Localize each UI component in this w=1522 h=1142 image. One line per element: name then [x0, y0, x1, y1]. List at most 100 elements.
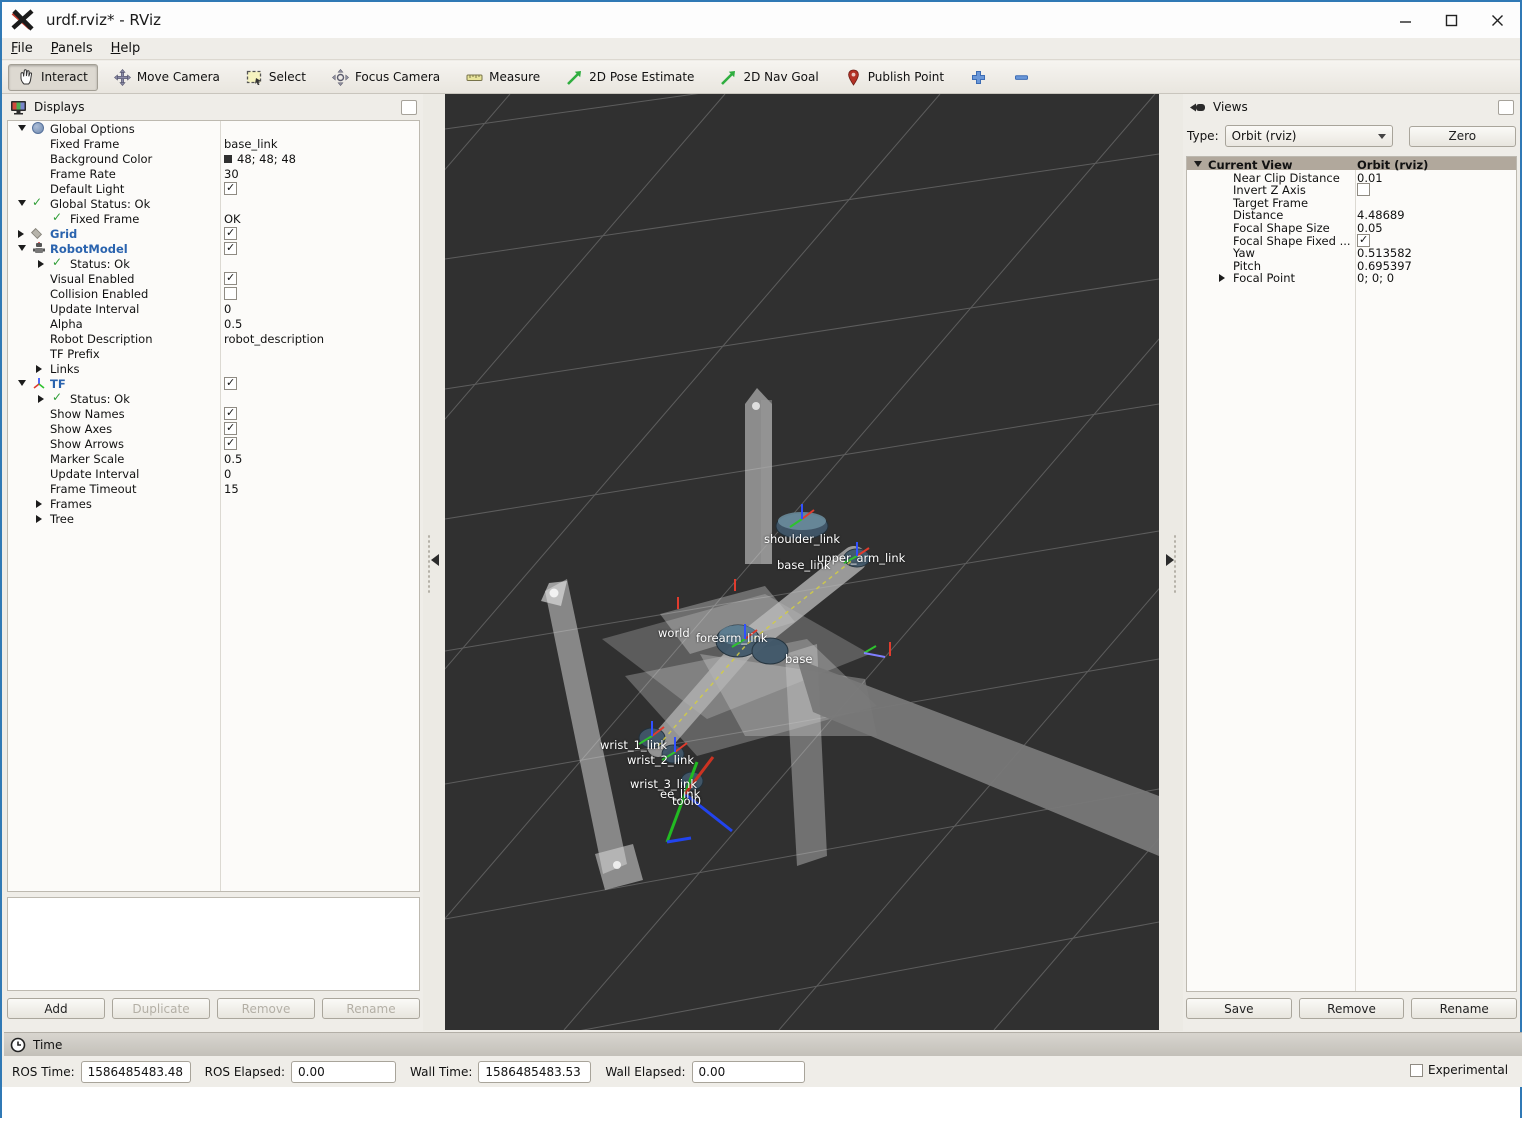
tree-row-pitch[interactable]: Pitch0.695397: [1187, 258, 1516, 271]
tree-row-show-names[interactable]: Show Names: [8, 406, 419, 421]
expander-icon[interactable]: [36, 500, 42, 508]
property-value[interactable]: 0.5: [224, 317, 242, 331]
tree-row-near-clip-distance[interactable]: Near Clip Distance0.01: [1187, 170, 1516, 183]
tree-row-frame-rate[interactable]: Frame Rate30: [8, 166, 419, 181]
tree-row-show-arrows[interactable]: Show Arrows: [8, 436, 419, 451]
tool-2d-pose-estimate[interactable]: 2D Pose Estimate: [556, 64, 704, 91]
tool-remove-tool-minus[interactable]: [1003, 64, 1040, 91]
property-value[interactable]: 48; 48; 48: [237, 152, 296, 166]
expander-icon[interactable]: [18, 125, 26, 131]
tree-row-distance[interactable]: Distance4.48689: [1187, 207, 1516, 220]
rename-button[interactable]: Rename: [1411, 998, 1517, 1019]
minimize-icon[interactable]: [1382, 2, 1428, 38]
view-type-dropdown[interactable]: Orbit (rviz): [1225, 125, 1393, 147]
panel-float-button[interactable]: [401, 100, 417, 115]
property-checkbox[interactable]: [224, 437, 237, 450]
property-checkbox[interactable]: [224, 407, 237, 420]
maximize-icon[interactable]: [1428, 2, 1474, 38]
remove-button[interactable]: Remove: [1299, 998, 1405, 1019]
collapse-left-button[interactable]: [431, 554, 439, 566]
property-checkbox[interactable]: [224, 227, 237, 240]
tool-select[interactable]: Select: [236, 64, 316, 91]
tree-row-tree[interactable]: Tree: [8, 511, 419, 526]
tree-row-links[interactable]: Links: [8, 361, 419, 376]
property-value[interactable]: 0: [224, 467, 231, 481]
tree-row-collision-enabled[interactable]: Collision Enabled: [8, 286, 419, 301]
property-value[interactable]: base_link: [224, 137, 278, 151]
menu-panels[interactable]: Panels: [42, 39, 102, 58]
property-value[interactable]: 30: [224, 167, 239, 181]
tree-row-visual-enabled[interactable]: Visual Enabled: [8, 271, 419, 286]
experimental-checkbox[interactable]: [1410, 1064, 1423, 1077]
experimental-toggle[interactable]: Experimental: [1410, 1063, 1508, 1077]
tree-row-update-interval[interactable]: Update Interval0: [8, 301, 419, 316]
tree-row-fixed-frame[interactable]: Fixed Framebase_link: [8, 136, 419, 151]
tree-row-status-ok[interactable]: ✓Status: Ok: [8, 256, 419, 271]
property-value[interactable]: 15: [224, 482, 239, 496]
tool-2d-nav-goal[interactable]: 2D Nav Goal: [710, 64, 828, 91]
tree-row-target-frame[interactable]: Target Frame: [1187, 195, 1516, 208]
tree-row-focal-shape-fixed[interactable]: Focal Shape Fixed ...: [1187, 233, 1516, 246]
tree-row-focal-shape-size[interactable]: Focal Shape Size0.05: [1187, 220, 1516, 233]
tree-row-fixed-frame[interactable]: ✓Fixed FrameOK: [8, 211, 419, 226]
property-value[interactable]: robot_description: [224, 332, 324, 346]
save-button[interactable]: Save: [1186, 998, 1292, 1019]
expander-icon[interactable]: [38, 395, 44, 403]
tool-interact[interactable]: Interact: [8, 64, 98, 91]
expander-icon[interactable]: [38, 260, 44, 268]
tree-row-background-color[interactable]: Background Color48; 48; 48: [8, 151, 419, 166]
left-splitter[interactable]: [423, 94, 445, 1031]
collapse-right-button[interactable]: [1166, 554, 1174, 566]
property-checkbox[interactable]: [224, 377, 237, 390]
tree-row-tf[interactable]: TF: [8, 376, 419, 391]
expander-icon[interactable]: [18, 200, 26, 206]
property-value[interactable]: 0: [224, 302, 231, 316]
expander-icon[interactable]: [1219, 274, 1225, 282]
panel-float-button[interactable]: [1498, 100, 1514, 115]
tree-row-global-status-ok[interactable]: ✓Global Status: Ok: [8, 196, 419, 211]
tree-row-frame-timeout[interactable]: Frame Timeout15: [8, 481, 419, 496]
tree-row-default-light[interactable]: Default Light: [8, 181, 419, 196]
expander-icon[interactable]: [1194, 161, 1202, 167]
ros-time-field[interactable]: 1586485483.48: [81, 1061, 191, 1083]
wall-time-field[interactable]: 1586485483.53: [478, 1061, 591, 1083]
close-icon[interactable]: [1474, 2, 1520, 38]
tree-row-alpha[interactable]: Alpha0.5: [8, 316, 419, 331]
property-checkbox[interactable]: [224, 272, 237, 285]
tree-row-frames[interactable]: Frames: [8, 496, 419, 511]
expander-icon[interactable]: [18, 380, 26, 386]
property-checkbox[interactable]: [224, 182, 237, 195]
menu-file[interactable]: File: [2, 39, 42, 58]
property-value[interactable]: 0.5: [224, 452, 242, 466]
property-value[interactable]: OK: [224, 212, 241, 226]
ros-elapsed-field[interactable]: 0.00: [291, 1061, 396, 1083]
tree-row-current-view[interactable]: Current ViewOrbit (rviz): [1187, 157, 1516, 170]
tree-row-focal-point[interactable]: Focal Point0; 0; 0: [1187, 270, 1516, 283]
tree-row-global-options[interactable]: Global Options: [8, 121, 419, 136]
expander-icon[interactable]: [18, 245, 26, 251]
tree-row-tf-prefix[interactable]: TF Prefix: [8, 346, 419, 361]
tool-focus-camera[interactable]: Focus Camera: [322, 64, 450, 91]
property-checkbox[interactable]: [224, 422, 237, 435]
expander-icon[interactable]: [18, 230, 24, 238]
tool-measure[interactable]: Measure: [456, 64, 550, 91]
expander-icon[interactable]: [36, 365, 42, 373]
right-splitter[interactable]: [1159, 94, 1183, 1031]
tool-add-tool-plus[interactable]: [960, 64, 997, 91]
tree-row-invert-z-axis[interactable]: Invert Z Axis: [1187, 182, 1516, 195]
zero-button[interactable]: Zero: [1409, 126, 1516, 147]
tree-row-robot-description[interactable]: Robot Descriptionrobot_description: [8, 331, 419, 346]
tree-row-show-axes[interactable]: Show Axes: [8, 421, 419, 436]
expander-icon[interactable]: [36, 515, 42, 523]
tree-row-robotmodel[interactable]: RobotModel: [8, 241, 419, 256]
tool-move-camera[interactable]: Move Camera: [104, 64, 230, 91]
property-value[interactable]: 0; 0; 0: [1357, 271, 1394, 285]
add-button[interactable]: Add: [7, 998, 105, 1019]
tree-row-grid[interactable]: Grid: [8, 226, 419, 241]
tree-row-marker-scale[interactable]: Marker Scale0.5: [8, 451, 419, 466]
tree-row-update-interval[interactable]: Update Interval0: [8, 466, 419, 481]
tree-row-status-ok[interactable]: ✓Status: Ok: [8, 391, 419, 406]
property-checkbox[interactable]: [224, 287, 237, 300]
wall-elapsed-field[interactable]: 0.00: [692, 1061, 805, 1083]
menu-help[interactable]: Help: [102, 39, 150, 58]
